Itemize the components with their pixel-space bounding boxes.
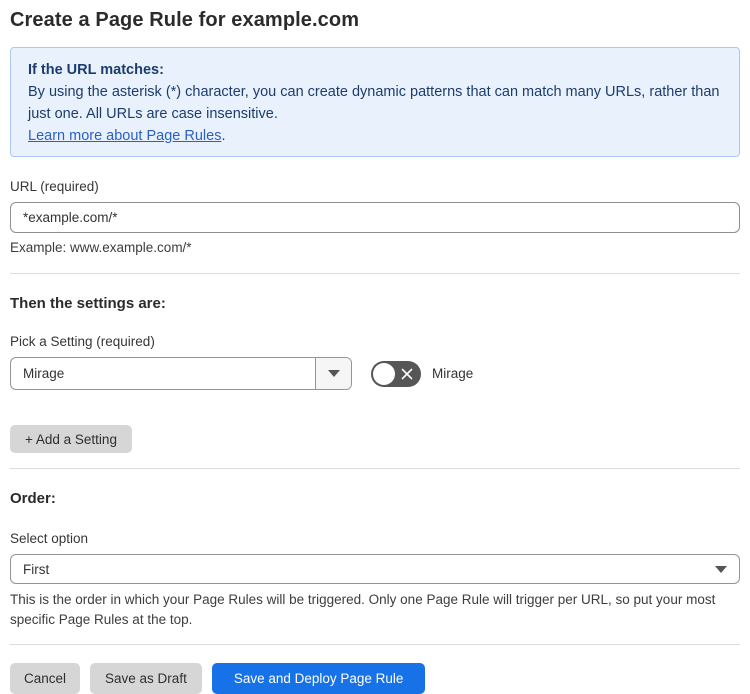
save-draft-button[interactable]: Save as Draft (90, 663, 202, 694)
add-setting-button[interactable]: + Add a Setting (10, 425, 132, 453)
order-heading: Order: (10, 490, 56, 507)
order-select-value: First (23, 561, 50, 577)
page-rule-form: Create a Page Rule for example.com If th… (0, 8, 750, 694)
cancel-button[interactable]: Cancel (10, 663, 81, 694)
learn-more-link[interactable]: Learn more about Page Rules (28, 128, 221, 144)
url-input[interactable] (10, 202, 740, 233)
link-suffix: . (221, 128, 226, 144)
order-select[interactable]: First (10, 554, 740, 584)
url-match-info-box: If the URL matches: By using the asteris… (10, 47, 740, 157)
divider (10, 468, 740, 469)
divider (10, 644, 740, 645)
page-title: Create a Page Rule for example.com (10, 9, 360, 31)
info-box-heading: If the URL matches: (28, 62, 164, 78)
order-select-label: Select option (10, 531, 89, 546)
setting-select-arrow-button[interactable] (315, 358, 351, 389)
mirage-toggle[interactable] (371, 360, 421, 387)
toggle-knob (373, 362, 395, 385)
divider (10, 273, 740, 274)
info-box-body: By using the asterisk (*) character, you… (28, 84, 720, 122)
caret-down-icon (327, 370, 340, 377)
toggle-setting-label: Mirage (432, 366, 474, 381)
setting-select[interactable]: Mirage (10, 357, 352, 390)
setting-row: Mirage Mirage (10, 357, 740, 390)
settings-heading: Then the settings are: (10, 295, 166, 312)
url-example-hint: Example: www.example.com/* (10, 240, 192, 255)
caret-down-icon (715, 565, 727, 573)
url-label: URL (required) (10, 179, 99, 194)
save-deploy-button[interactable]: Save and Deploy Page Rule (211, 663, 426, 694)
setting-picker-label: Pick a Setting (required) (10, 334, 155, 349)
x-icon (401, 368, 413, 379)
info-box-link-line: Learn more about Page Rules. (28, 125, 722, 147)
setting-select-value: Mirage (23, 366, 65, 381)
order-help-text: This is the order in which your Page Rul… (10, 592, 716, 627)
action-buttons: Cancel Save as Draft Save and Deploy Pag… (10, 663, 740, 694)
